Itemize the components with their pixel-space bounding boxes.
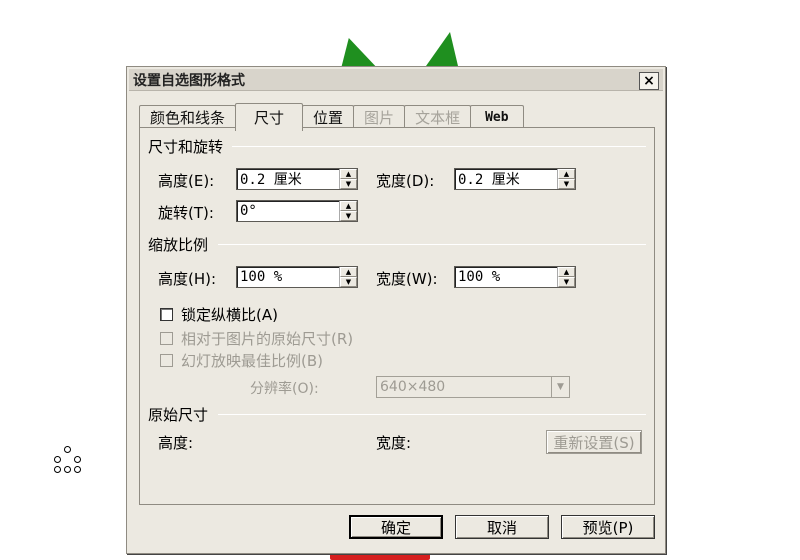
green-shape-left bbox=[334, 38, 378, 68]
height-spinbox[interactable]: 0.2 厘米 ▲ ▼ bbox=[236, 168, 358, 190]
checkbox-icon bbox=[160, 354, 173, 367]
divider bbox=[232, 146, 646, 147]
selection-handles[interactable] bbox=[52, 446, 84, 476]
resolution-select: 640×480 ▼ bbox=[376, 376, 570, 398]
preview-button[interactable]: 预览(P) bbox=[561, 515, 655, 539]
title-bar[interactable]: 设置自选图形格式 × bbox=[129, 69, 663, 91]
handle-left[interactable] bbox=[54, 456, 61, 463]
relative-original-checkbox: 相对于图片的原始尺寸(R) bbox=[160, 328, 353, 349]
handle-right[interactable] bbox=[74, 456, 81, 463]
format-autoshape-dialog: 设置自选图形格式 × 颜色和线条 尺寸 位置 图片 文本框 Web 尺寸和旋转 … bbox=[126, 66, 666, 554]
handle-bottom-right[interactable] bbox=[74, 466, 81, 473]
cancel-button[interactable]: 取消 bbox=[455, 515, 549, 539]
scale-height-spinbox[interactable]: 100 % ▲ ▼ bbox=[236, 266, 358, 288]
height-label: 高度(E): bbox=[158, 172, 215, 190]
close-icon: × bbox=[643, 73, 655, 89]
tab-textbox: 文本框 bbox=[404, 105, 472, 129]
rotate-label: 旋转(T): bbox=[158, 204, 214, 222]
rotate-value[interactable]: 0° bbox=[237, 203, 339, 219]
section-original-size: 原始尺寸 bbox=[148, 406, 209, 424]
spin-up-icon[interactable]: ▲ bbox=[558, 267, 575, 277]
divider bbox=[218, 244, 646, 245]
tab-strip: 颜色和线条 尺寸 位置 图片 文本框 Web bbox=[139, 103, 524, 131]
original-width-label: 宽度: bbox=[376, 434, 412, 452]
spin-down-icon[interactable]: ▼ bbox=[340, 179, 357, 189]
handle-bottom[interactable] bbox=[64, 466, 71, 473]
tab-web[interactable]: Web bbox=[470, 105, 524, 129]
reset-button: 重新设置(S) bbox=[546, 430, 642, 454]
divider bbox=[218, 414, 646, 415]
spin-up-icon[interactable]: ▲ bbox=[340, 201, 357, 211]
section-scale: 缩放比例 bbox=[148, 236, 209, 254]
height-value[interactable]: 0.2 厘米 bbox=[237, 169, 339, 189]
spin-down-icon[interactable]: ▼ bbox=[558, 179, 575, 189]
scale-height-value[interactable]: 100 % bbox=[237, 269, 339, 285]
width-value[interactable]: 0.2 厘米 bbox=[455, 169, 557, 189]
spin-down-icon[interactable]: ▼ bbox=[558, 277, 575, 287]
spin-up-icon[interactable]: ▲ bbox=[340, 169, 357, 179]
resolution-label: 分辨率(O): bbox=[250, 381, 319, 397]
scale-width-label: 宽度(W): bbox=[376, 270, 438, 288]
width-label: 宽度(D): bbox=[376, 172, 435, 190]
close-button[interactable]: × bbox=[639, 72, 659, 90]
dialog-title: 设置自选图形格式 bbox=[133, 72, 245, 89]
relative-original-label: 相对于图片的原始尺寸(R) bbox=[181, 330, 354, 348]
scale-height-label: 高度(H): bbox=[158, 270, 217, 288]
tab-colors-lines[interactable]: 颜色和线条 bbox=[139, 105, 237, 129]
tab-position[interactable]: 位置 bbox=[302, 105, 355, 129]
tab-size[interactable]: 尺寸 bbox=[235, 103, 304, 131]
tab-picture: 图片 bbox=[353, 105, 406, 129]
size-tab-panel: 尺寸和旋转 高度(E): 0.2 厘米 ▲ ▼ 宽度(D): 0.2 厘米 ▲ ▼ … bbox=[139, 127, 655, 505]
lock-aspect-checkbox[interactable]: 锁定纵横比(A) bbox=[160, 304, 278, 325]
slideshow-scale-label: 幻灯放映最佳比例(B) bbox=[181, 352, 323, 370]
lock-aspect-label: 锁定纵横比(A) bbox=[181, 306, 278, 324]
spin-down-icon[interactable]: ▼ bbox=[340, 277, 357, 287]
spin-up-icon[interactable]: ▲ bbox=[558, 169, 575, 179]
handle-top[interactable] bbox=[64, 446, 71, 453]
checkbox-icon bbox=[160, 332, 173, 345]
checkbox-icon[interactable] bbox=[160, 308, 173, 321]
scale-width-value[interactable]: 100 % bbox=[455, 269, 557, 285]
slideshow-scale-checkbox: 幻灯放映最佳比例(B) bbox=[160, 350, 323, 371]
handle-bottom-left[interactable] bbox=[54, 466, 61, 473]
scale-width-spinbox[interactable]: 100 % ▲ ▼ bbox=[454, 266, 576, 288]
rotate-spinbox[interactable]: 0° ▲ ▼ bbox=[236, 200, 358, 222]
width-spinbox[interactable]: 0.2 厘米 ▲ ▼ bbox=[454, 168, 576, 190]
ok-button[interactable]: 确定 bbox=[349, 515, 443, 539]
green-shape-right bbox=[426, 32, 458, 66]
section-size-rotate: 尺寸和旋转 bbox=[148, 138, 224, 156]
chevron-down-icon: ▼ bbox=[551, 377, 569, 397]
spin-up-icon[interactable]: ▲ bbox=[340, 267, 357, 277]
resolution-value: 640×480 bbox=[380, 379, 446, 395]
original-height-label: 高度: bbox=[158, 434, 194, 452]
spin-down-icon[interactable]: ▼ bbox=[340, 211, 357, 221]
